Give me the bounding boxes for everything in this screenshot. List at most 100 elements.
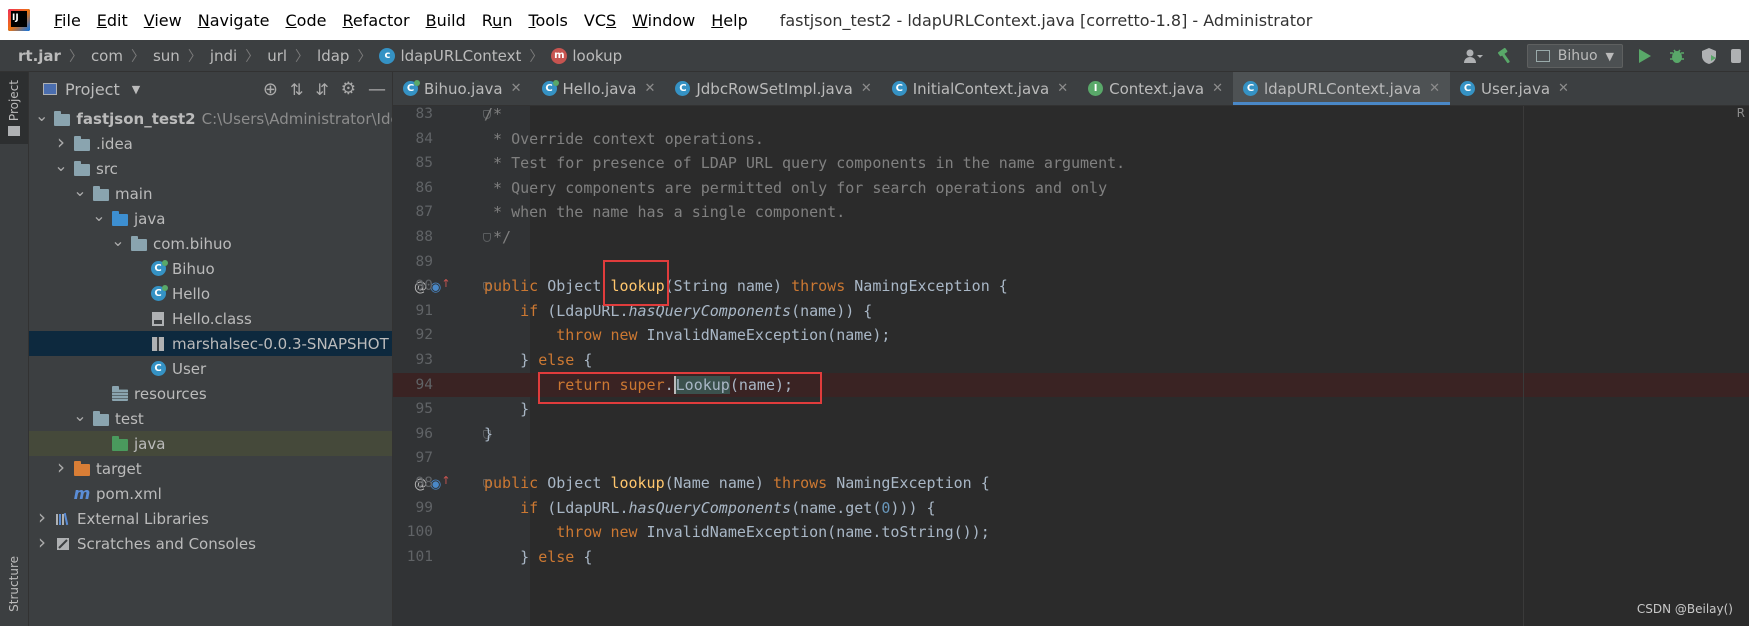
line-number[interactable]: 99 — [393, 496, 433, 521]
run-icon[interactable] — [1635, 46, 1655, 66]
line-number[interactable]: 90 — [393, 274, 433, 299]
code-line[interactable]: 96} — [393, 422, 1749, 447]
editor-tab[interactable]: C InitialContext.java ✕ — [882, 72, 1078, 105]
breadcrumb-item[interactable]: jndi — [210, 47, 237, 65]
code-line[interactable]: 88 */ — [393, 225, 1749, 250]
menu-item[interactable]: Run — [474, 11, 521, 30]
editor-tab[interactable]: C JdbcRowSetImpl.java ✕ — [665, 72, 881, 105]
tree-item[interactable]: Hello.class — [29, 306, 392, 331]
line-number[interactable]: 93 — [393, 348, 433, 373]
tree-item[interactable]: ⌄ src — [29, 156, 392, 181]
menu-item[interactable]: Refactor — [334, 11, 417, 30]
code-line[interactable]: 83 /* — [393, 106, 1749, 127]
hide-panel-icon[interactable]: — — [368, 79, 386, 100]
breadcrumb-item[interactable]: c ldapURLContext — [379, 47, 521, 65]
line-number[interactable]: 85 — [393, 151, 433, 176]
line-number[interactable]: 86 — [393, 176, 433, 201]
tree-item[interactable]: › .idea — [29, 130, 392, 156]
code-line[interactable]: 99 if (LdapURL.hasQueryComponents(name.g… — [393, 496, 1749, 521]
tree-item[interactable]: resources — [29, 381, 392, 406]
close-icon[interactable]: ✕ — [644, 81, 655, 96]
breadcrumb-item[interactable]: com — [91, 47, 123, 65]
gear-icon[interactable]: ⚙ — [341, 79, 356, 99]
tree-item[interactable]: java — [29, 431, 392, 456]
code-line[interactable]: 86 * Query components are permitted only… — [393, 176, 1749, 201]
chevron-right-icon[interactable]: › — [35, 530, 49, 554]
structure-tool-tab[interactable]: Structure — [0, 542, 28, 626]
menu-item[interactable]: Tools — [520, 11, 575, 30]
editor-tab[interactable]: C Hello.java ✕ — [532, 72, 666, 105]
line-number[interactable]: 88 — [393, 225, 433, 250]
chevron-right-icon[interactable]: › — [35, 505, 49, 529]
tree-item[interactable]: C Hello — [29, 281, 392, 306]
expand-all-icon[interactable]: ⇅ — [290, 80, 303, 99]
profile-icon[interactable] — [1731, 46, 1741, 66]
code-line[interactable]: 100 throw new InvalidNameException(name.… — [393, 520, 1749, 545]
breadcrumb-item[interactable]: ldap — [317, 47, 349, 65]
menu-item[interactable]: Help — [703, 11, 755, 30]
debug-icon[interactable] — [1667, 46, 1687, 66]
close-icon[interactable]: ✕ — [1558, 81, 1569, 96]
chevron-right-icon[interactable]: › — [54, 455, 68, 479]
menu-item[interactable]: Build — [418, 11, 474, 30]
code-line[interactable]: 97 — [393, 446, 1749, 471]
coverage-icon[interactable] — [1699, 46, 1719, 66]
menu-item[interactable]: Window — [624, 11, 703, 30]
breadcrumb-item[interactable]: rt.jar — [18, 47, 61, 65]
tree-item[interactable]: ⌄ main — [29, 181, 392, 206]
chevron-down-icon[interactable]: ⌄ — [73, 406, 87, 425]
tree-item[interactable]: › Scratches and Consoles — [29, 530, 392, 556]
chevron-down-icon[interactable]: ⌄ — [35, 106, 48, 125]
code-line[interactable]: 94 return super. Lookup(name); — [393, 372, 1749, 398]
editor-tab[interactable]: C Bihuo.java ✕ — [393, 72, 532, 105]
code-line[interactable]: 101 } else { — [393, 545, 1749, 570]
line-number[interactable]: 89 — [393, 250, 433, 275]
project-tool-tab[interactable]: Project — [0, 72, 28, 144]
editor-tab[interactable]: C User.java ✕ — [1450, 72, 1579, 105]
line-number[interactable]: 84 — [393, 127, 433, 152]
line-number[interactable]: 100 — [393, 520, 433, 545]
tree-item[interactable]: C User — [29, 356, 392, 381]
collapse-all-icon[interactable]: ⇵ — [315, 80, 328, 99]
breadcrumb-item[interactable]: sun — [153, 47, 180, 65]
menu-item[interactable]: Code — [278, 11, 335, 30]
close-icon[interactable]: ✕ — [511, 81, 522, 96]
line-number[interactable]: 87 — [393, 200, 433, 225]
tree-item[interactable]: ⌄ com.bihuo — [29, 231, 392, 256]
tree-item[interactable]: ⌄ java — [29, 206, 392, 231]
code-line[interactable]: 93 } else { — [393, 348, 1749, 373]
menu-item[interactable]: Edit — [89, 11, 136, 30]
close-icon[interactable]: ✕ — [1057, 81, 1068, 96]
project-view-select[interactable]: Project — [65, 80, 120, 99]
chevron-down-icon[interactable]: ⌄ — [92, 206, 106, 225]
tree-item[interactable]: C Bihuo — [29, 256, 392, 281]
chevron-down-icon[interactable]: ⌄ — [73, 181, 87, 200]
editor-tab[interactable]: CldapURLContext.java ✕ — [1232, 72, 1451, 105]
line-number[interactable]: 96 — [393, 422, 433, 447]
locate-icon[interactable]: ⊕ — [263, 79, 278, 100]
code-line[interactable]: 84 * Override context operations. — [393, 127, 1749, 152]
menu-item[interactable]: Navigate — [190, 11, 278, 30]
line-number[interactable]: 83 — [393, 106, 433, 127]
tree-item[interactable]: › target — [29, 455, 392, 481]
tree-item[interactable]: ⌄ test — [29, 406, 392, 431]
code-line[interactable]: 85 * Test for presence of LDAP URL query… — [393, 151, 1749, 176]
chevron-down-icon[interactable]: ▼ — [132, 83, 140, 96]
code-line[interactable]: 91 if (LdapURL.hasQueryComponents(name))… — [393, 299, 1749, 324]
code-line[interactable]: 89 — [393, 250, 1749, 275]
code-line[interactable]: 95 } — [393, 397, 1749, 422]
code-line[interactable]: 90 public Object lookup(String name) thro… — [393, 274, 1749, 299]
editor-tab[interactable]: I Context.java ✕ — [1078, 72, 1233, 105]
line-number[interactable]: 97 — [393, 446, 433, 471]
run-configuration-select[interactable]: Bihuo ▼ — [1526, 44, 1623, 68]
close-icon[interactable]: ✕ — [1429, 81, 1440, 96]
line-number[interactable]: 91 — [393, 299, 433, 324]
close-icon[interactable]: ✕ — [1212, 81, 1223, 96]
chevron-down-icon[interactable]: ⌄ — [111, 231, 125, 250]
line-number[interactable]: 101 — [393, 545, 433, 570]
line-number[interactable]: 94 — [393, 373, 433, 398]
user-icon[interactable] — [1463, 46, 1483, 66]
close-icon[interactable]: ✕ — [861, 81, 872, 96]
line-number[interactable]: 95 — [393, 397, 433, 422]
menu-item[interactable]: View — [136, 11, 190, 30]
